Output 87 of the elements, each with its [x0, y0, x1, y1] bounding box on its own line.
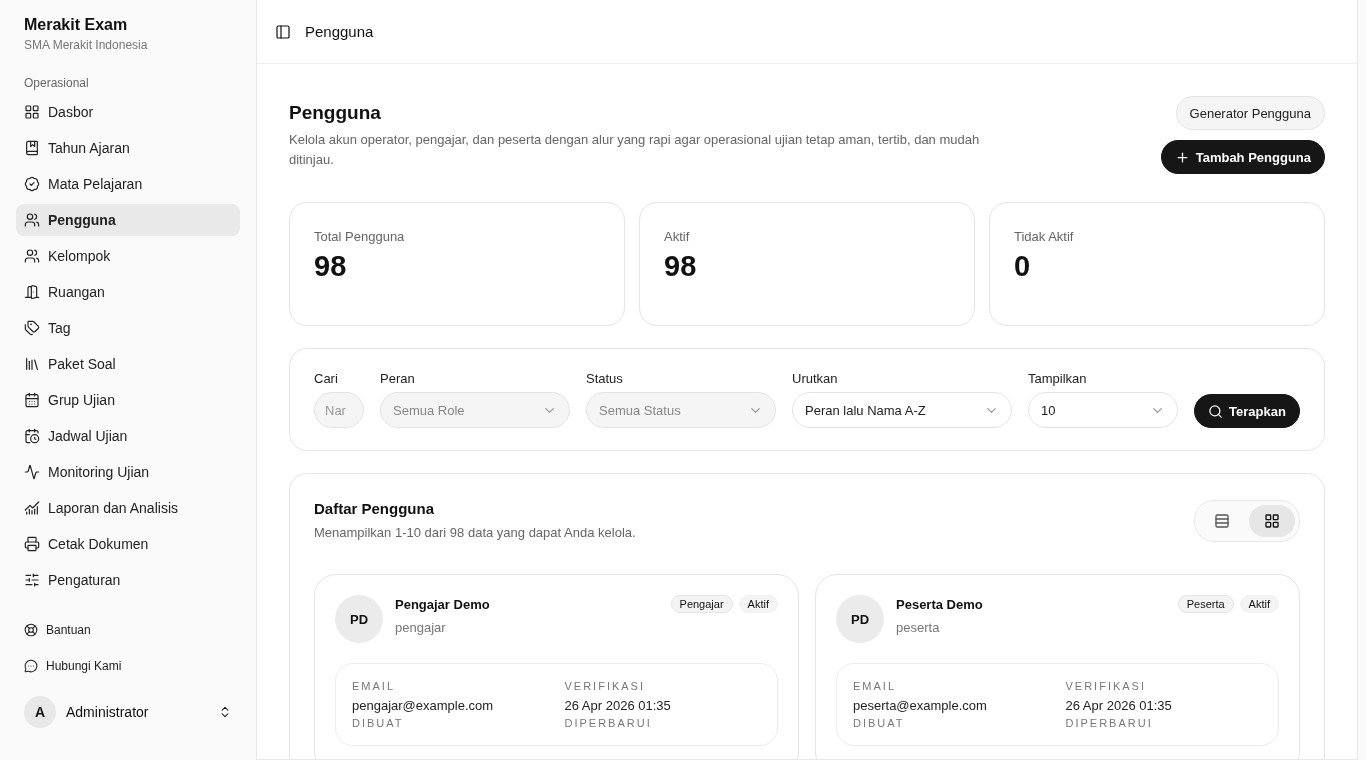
stat-value: 0: [1014, 250, 1032, 283]
sidebar-item[interactable]: Dasbor: [16, 96, 240, 128]
users-icon: [24, 248, 40, 264]
sidebar-item[interactable]: Ruangan: [16, 276, 240, 308]
user-avatar: PD: [836, 595, 884, 643]
sliders-icon: [24, 572, 40, 588]
users-icon: [24, 212, 40, 228]
page-title: Pengguna: [305, 23, 374, 40]
sidebar-item[interactable]: Jadwal Ujian: [16, 420, 240, 452]
tags-icon: [24, 320, 40, 336]
chat-bubble-icon: [24, 659, 38, 673]
sidebar-item[interactable]: Monitoring Ujian: [16, 456, 240, 488]
sidebar-item[interactable]: Laporan dan Analisis: [16, 492, 240, 524]
user-name[interactable]: Administrator: [66, 704, 208, 720]
user-name: Peserta Demo: [896, 597, 984, 612]
grid-icon: [1264, 513, 1280, 529]
school-name: SMA Merakit Indonesia: [23, 38, 149, 52]
status-tag: Aktif: [738, 595, 778, 613]
sidebar-link[interactable]: Bantuan: [16, 616, 240, 644]
door-icon: [24, 284, 40, 300]
app-name: Merakit Exam: [23, 16, 129, 34]
field-label: Cari: [314, 371, 339, 386]
sidebar-item[interactable]: Tahun Ajaran: [16, 132, 240, 164]
username: pengajar: [395, 620, 447, 635]
sidebar-item[interactable]: Pengguna: [16, 204, 240, 236]
sidebar-item[interactable]: Grup Ujian: [16, 384, 240, 416]
rows-icon: [1214, 513, 1230, 529]
field-label: DIBUAT: [352, 717, 405, 729]
user-avatar: PD: [335, 595, 383, 643]
search-icon: [1208, 403, 1223, 419]
sidebar-toggle-icon: [275, 23, 291, 40]
field-label: DIPERBARUI: [564, 717, 653, 729]
heading: Pengguna: [289, 102, 382, 124]
field-label: DIBUAT: [853, 717, 906, 729]
list-subtitle: Menampilkan 1-10 dari 98 data yang dapat Anda kelola.: [314, 525, 636, 540]
chart-icon: [24, 500, 40, 516]
sidebar-item[interactable]: Kelompok: [16, 240, 240, 272]
field-value: pengajar@example.com: [352, 698, 495, 713]
username: peserta: [896, 620, 941, 635]
field-label: VERIFIKASI: [564, 680, 647, 692]
description: Kelola akun operator, pengajar, dan peserta dengan alur yang rapi agar operasional ujian tetap aman, tertib, dan mudah ditinjau.: [289, 131, 981, 169]
field-label: Urutkan: [792, 371, 839, 386]
sidebar-item[interactable]: Tag: [16, 312, 240, 344]
role-tag: Peserta: [1177, 595, 1234, 613]
field-label: EMAIL: [853, 680, 897, 692]
plus-icon: [1174, 149, 1190, 165]
field-label: Peran: [380, 371, 416, 386]
calendar-icon: [24, 392, 40, 408]
field-label: Tampilkan: [1028, 371, 1088, 386]
sidebar-item[interactable]: Pengaturan: [16, 564, 240, 596]
stat-value: 98: [664, 250, 698, 283]
calendar-clock-icon: [24, 428, 40, 444]
select-field[interactable]: 10: [1028, 392, 1178, 428]
field-value: peserta@example.com: [853, 698, 988, 713]
field-label: DIPERBARUI: [1065, 717, 1154, 729]
search-field[interactable]: Nar: [314, 392, 364, 428]
apply-button[interactable]: Terapkan: [1194, 394, 1300, 428]
grid-view-button[interactable]: [1249, 505, 1295, 537]
section-label: Operasional: [23, 76, 90, 90]
stat-label: Aktif: [664, 229, 691, 244]
status-tag: Aktif: [1239, 595, 1279, 613]
sidebar-item[interactable]: Cetak Dokumen: [16, 528, 240, 560]
field-label: EMAIL: [352, 680, 396, 692]
add-user-button[interactable]: Tambah Pengguna: [1160, 140, 1325, 174]
list-title: Daftar Pengguna: [314, 500, 435, 517]
stat-label: Total Pengguna: [314, 229, 406, 244]
badge-check-icon: [24, 176, 40, 192]
field-value: 26 Apr 2026 01:35: [1065, 698, 1173, 713]
lifebuoy-icon: [24, 623, 38, 637]
field-value: 26 Apr 2026 01:35: [564, 698, 672, 713]
library-icon: [24, 356, 40, 372]
generator-button[interactable]: Generator Pengguna: [1175, 96, 1325, 130]
sidebar-link[interactable]: Hubungi Kami: [16, 652, 240, 680]
stat-label: Tidak Aktif: [1014, 229, 1075, 244]
field-label: VERIFIKASI: [1065, 680, 1148, 692]
select-field[interactable]: Peran lalu Nama A-Z: [792, 392, 1012, 428]
book-icon: [24, 140, 40, 156]
printer-icon: [24, 536, 40, 552]
grid-icon: [24, 104, 40, 120]
user-avatar: A: [24, 696, 56, 728]
role-tag: Pengajar: [670, 595, 733, 613]
sidebar-item[interactable]: Paket Soal: [16, 348, 240, 380]
user-name: Pengajar Demo: [395, 597, 491, 612]
sidebar-item[interactable]: Mata Pelajaran: [16, 168, 240, 200]
field-label: Status: [586, 371, 624, 386]
stat-value: 98: [314, 250, 348, 283]
activity-icon: [24, 464, 40, 480]
